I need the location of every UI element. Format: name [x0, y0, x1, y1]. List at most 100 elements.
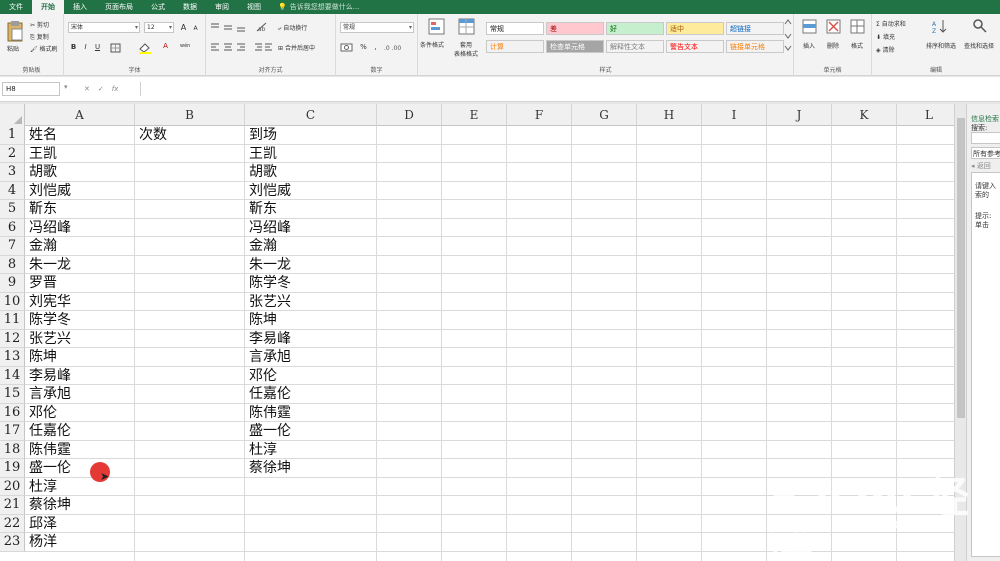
- row-header-4[interactable]: 4: [0, 181, 25, 200]
- row-header-1[interactable]: 1: [0, 126, 25, 145]
- name-box-dropdown-icon[interactable]: ▾: [64, 83, 68, 91]
- font-color-button[interactable]: A: [160, 41, 171, 52]
- sort-filter-icon[interactable]: AZ: [932, 18, 948, 34]
- font-size-select[interactable]: 12: [144, 22, 174, 33]
- row-header-18[interactable]: 18: [0, 440, 25, 459]
- underline-button[interactable]: U: [92, 42, 103, 53]
- autosum-button[interactable]: Σ 自动求和: [876, 19, 906, 28]
- cell-c11[interactable]: 陈坤: [245, 311, 277, 330]
- copy-button[interactable]: ⎘ 复制: [30, 32, 49, 42]
- cell-a9[interactable]: 罗晋: [25, 274, 57, 293]
- row-header-10[interactable]: 10: [0, 292, 25, 311]
- column-header-e[interactable]: E: [442, 104, 507, 126]
- wrap-text-button[interactable]: ⤶ 自动换行: [278, 23, 307, 33]
- find-select-icon[interactable]: [972, 18, 988, 34]
- cell-a10[interactable]: 刘宪华: [25, 293, 71, 312]
- format-painter-button[interactable]: 🖌 格式刷: [30, 44, 58, 53]
- row-header-9[interactable]: 9: [0, 274, 25, 293]
- pane-search-input[interactable]: [971, 132, 1000, 144]
- name-box[interactable]: H8: [2, 82, 60, 96]
- row-header-13[interactable]: 13: [0, 348, 25, 367]
- insert-cells-icon[interactable]: [802, 19, 818, 35]
- percent-button[interactable]: %: [358, 42, 369, 53]
- cell-c8[interactable]: 朱一龙: [245, 256, 291, 275]
- cell-a23[interactable]: 杨洋: [25, 533, 57, 552]
- cell-a19[interactable]: 盛一伦: [25, 459, 71, 478]
- cell-c1[interactable]: 到场: [245, 126, 277, 145]
- cell-c4[interactable]: 刘恺威: [245, 182, 291, 201]
- cell-c6[interactable]: 冯绍峰: [245, 219, 291, 238]
- cell-c16[interactable]: 陈伟霆: [245, 404, 291, 423]
- tab-page-layout[interactable]: 页面布局: [96, 0, 142, 14]
- cell-a17[interactable]: 任嘉伦: [25, 422, 71, 441]
- cell-style-3[interactable]: 适中: [666, 22, 724, 35]
- select-all-button[interactable]: [0, 104, 25, 126]
- cell-c18[interactable]: 杜淳: [245, 441, 277, 460]
- cell-a7[interactable]: 金瀚: [25, 237, 57, 256]
- cell-b1[interactable]: 次数: [135, 126, 167, 145]
- cell-style-8[interactable]: 警告文本: [666, 40, 724, 53]
- formula-input[interactable]: [140, 82, 962, 96]
- enter-icon[interactable]: ✓: [98, 85, 104, 93]
- row-header-2[interactable]: 2: [0, 144, 25, 163]
- cell-a14[interactable]: 李易峰: [25, 367, 71, 386]
- cell-a6[interactable]: 冯绍峰: [25, 219, 71, 238]
- cell-c10[interactable]: 张艺兴: [245, 293, 291, 312]
- cell-c7[interactable]: 金瀚: [245, 237, 277, 256]
- cell-a13[interactable]: 陈坤: [25, 348, 57, 367]
- tab-data[interactable]: 数据: [174, 0, 206, 14]
- clear-button[interactable]: ◈ 清除: [876, 45, 895, 54]
- column-header-f[interactable]: F: [507, 104, 572, 126]
- cell-c13[interactable]: 言承旭: [245, 348, 291, 367]
- cell-c9[interactable]: 陈学冬: [245, 274, 291, 293]
- row-header-19[interactable]: 19: [0, 459, 25, 478]
- pane-scope-select[interactable]: 所有参考: [971, 147, 1000, 159]
- cell-a8[interactable]: 朱一龙: [25, 256, 71, 275]
- column-header-g[interactable]: G: [572, 104, 637, 126]
- cell-a3[interactable]: 胡歌: [25, 163, 57, 182]
- column-header-a[interactable]: A: [25, 104, 135, 126]
- shrink-font-button[interactable]: A: [190, 23, 201, 34]
- bold-button[interactable]: B: [68, 42, 79, 53]
- cell-style-9[interactable]: 链接单元格: [726, 40, 784, 53]
- row-header-3[interactable]: 3: [0, 163, 25, 182]
- row-header-5[interactable]: 5: [0, 200, 25, 219]
- grow-font-button[interactable]: A: [178, 22, 189, 33]
- decimal-icons[interactable]: .0 .00: [384, 42, 412, 52]
- cell-c3[interactable]: 胡歌: [245, 163, 277, 182]
- orientation-icon[interactable]: ab: [256, 22, 268, 32]
- italic-button[interactable]: I: [80, 42, 91, 53]
- delete-cells-icon[interactable]: [826, 19, 842, 35]
- pane-back-button[interactable]: ◂ 返回: [971, 161, 991, 171]
- row-header-17[interactable]: 17: [0, 422, 25, 441]
- tab-insert[interactable]: 插入: [64, 0, 96, 14]
- cell-a1[interactable]: 姓名: [25, 126, 57, 145]
- cell-style-7[interactable]: 解释性文本: [606, 40, 664, 53]
- cell-a11[interactable]: 陈学冬: [25, 311, 71, 330]
- insert-function-icon[interactable]: fx: [112, 85, 119, 93]
- font-name-select[interactable]: 宋体: [68, 22, 140, 33]
- cell-c2[interactable]: 王凯: [245, 145, 277, 164]
- scrollbar-thumb[interactable]: [957, 118, 965, 418]
- row-header-16[interactable]: 16: [0, 403, 25, 422]
- cell-style-4[interactable]: 超链接: [726, 22, 784, 35]
- number-format-select[interactable]: 常规: [340, 22, 414, 33]
- cell-a22[interactable]: 邱泽: [25, 515, 57, 534]
- cell-c15[interactable]: 任嘉伦: [245, 385, 291, 404]
- row-header-12[interactable]: 12: [0, 329, 25, 348]
- format-cells-icon[interactable]: [850, 19, 866, 35]
- border-icon[interactable]: [110, 43, 126, 53]
- merge-center-button[interactable]: ⊞ 合并后居中: [278, 43, 315, 52]
- row-header-23[interactable]: 23: [0, 533, 25, 552]
- tab-file[interactable]: 文件: [0, 0, 32, 14]
- indent-icons[interactable]: [254, 42, 274, 52]
- cell-a5[interactable]: 靳东: [25, 200, 57, 219]
- vertical-align-icons[interactable]: [210, 22, 250, 32]
- fill-button[interactable]: ⬇ 填充: [876, 32, 895, 41]
- paste-icon[interactable]: [6, 20, 24, 42]
- column-header-b[interactable]: B: [135, 104, 245, 126]
- cell-a4[interactable]: 刘恺威: [25, 182, 71, 201]
- column-header-k[interactable]: K: [832, 104, 897, 126]
- format-as-table-icon[interactable]: [458, 18, 476, 36]
- row-header-14[interactable]: 14: [0, 366, 25, 385]
